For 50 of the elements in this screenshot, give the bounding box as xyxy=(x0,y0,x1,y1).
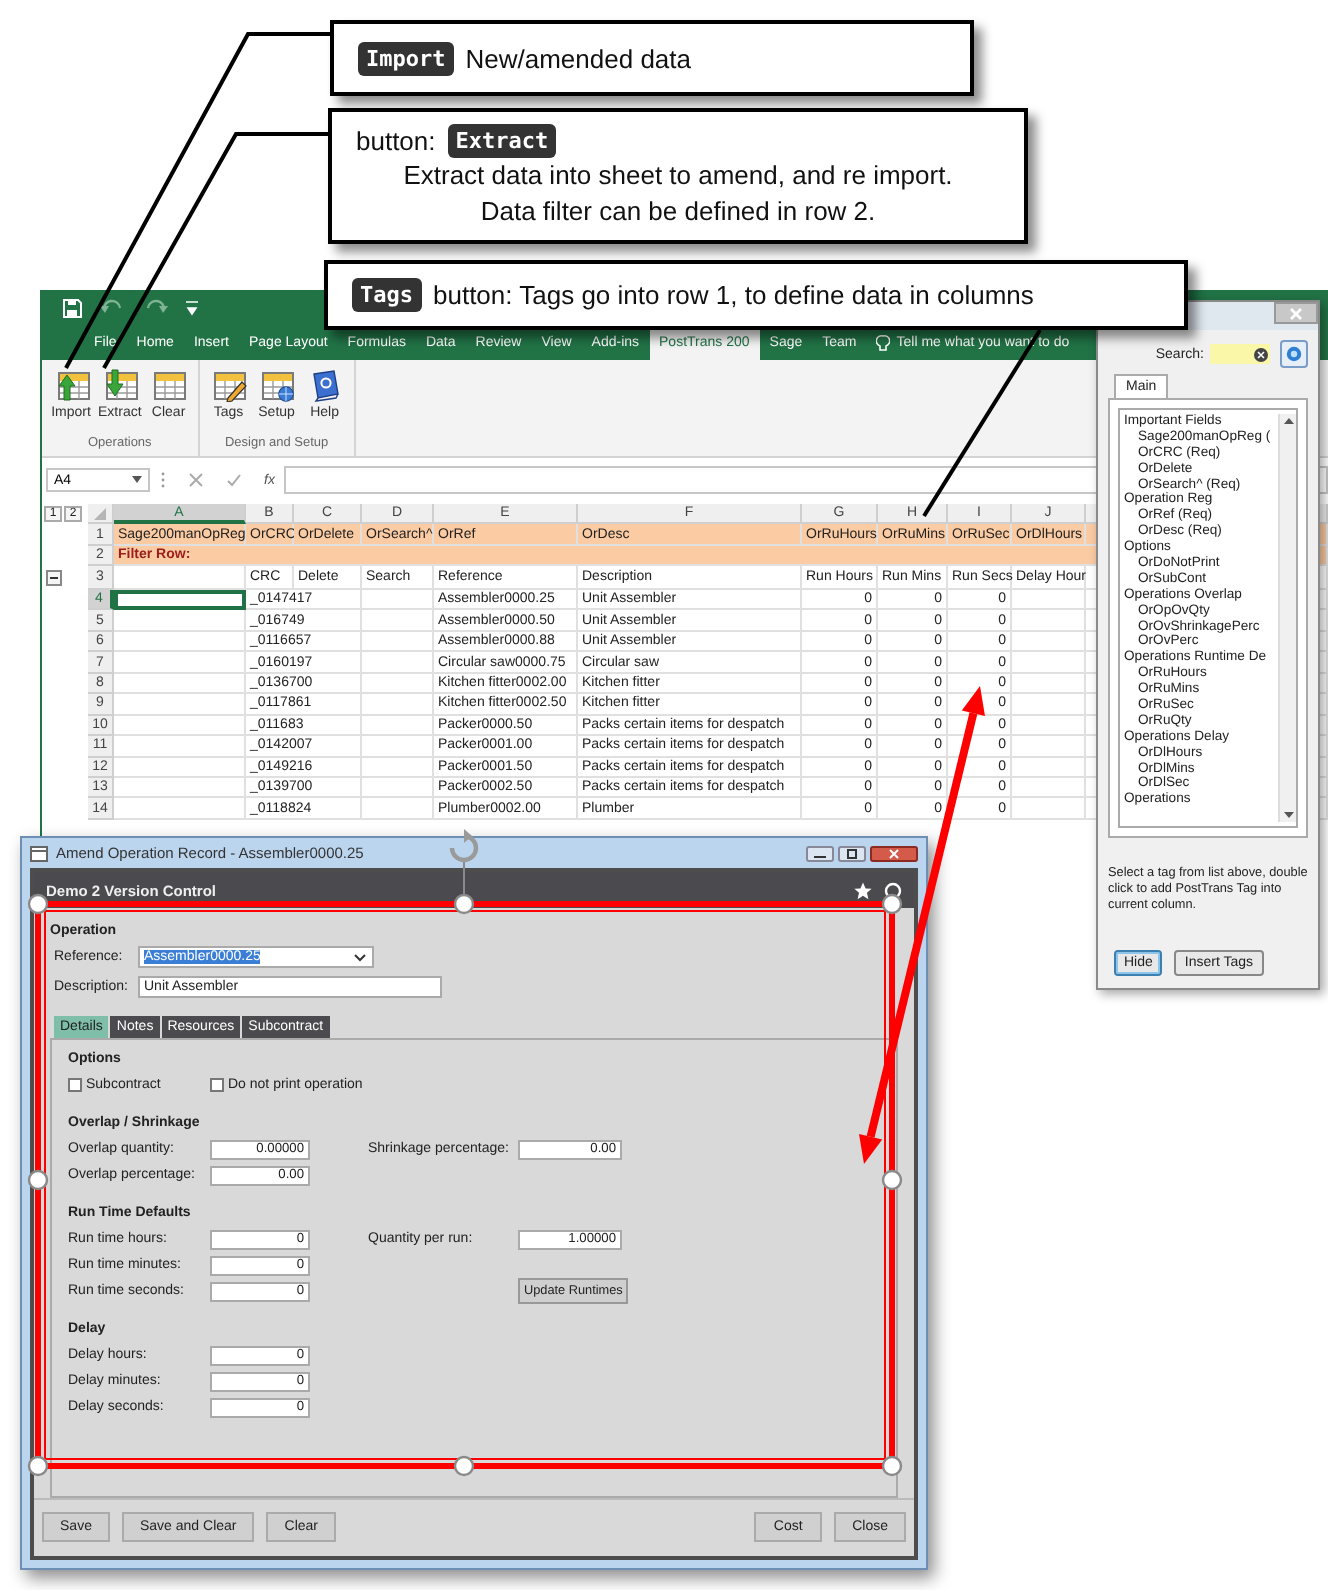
help-button[interactable] xyxy=(1280,340,1308,368)
empty-cell xyxy=(362,736,434,757)
undo-icon xyxy=(98,298,126,318)
check-icon[interactable] xyxy=(226,472,242,488)
lightbulb-icon xyxy=(876,333,891,353)
table-globe-icon xyxy=(256,368,297,402)
select-all-icon xyxy=(94,507,106,519)
callout-text: Extract data into sheet to amend, and re import. xyxy=(403,159,953,190)
scroll-up-icon[interactable] xyxy=(1283,418,1293,424)
empty-cell xyxy=(362,715,434,737)
empty-cell xyxy=(362,590,434,611)
caret-icon xyxy=(132,476,142,484)
empty-cell xyxy=(362,652,434,674)
empty-cell xyxy=(362,777,434,799)
empty-cell xyxy=(362,610,434,632)
customize-icon xyxy=(186,300,198,316)
empty-cell xyxy=(362,631,434,653)
empty-cell xyxy=(362,694,434,716)
callout-text: Data filter can be defined in row 2. xyxy=(480,195,876,225)
table-icon xyxy=(148,368,189,402)
selected-cell[interactable] xyxy=(114,590,246,611)
window-icon xyxy=(30,845,48,861)
close-button[interactable] xyxy=(870,845,918,861)
callout-text: button: xyxy=(356,125,436,156)
keyword-label: Tags xyxy=(352,278,421,312)
chevron-icon xyxy=(354,953,366,961)
minimize-button[interactable] xyxy=(806,845,834,861)
search-field[interactable] xyxy=(1210,344,1270,364)
keyword-label: Extract xyxy=(447,123,557,158)
scrollbar[interactable] xyxy=(1278,414,1296,822)
empty-cell xyxy=(362,673,434,695)
circle-icon[interactable] xyxy=(884,881,902,899)
maximize-button[interactable] xyxy=(838,845,866,861)
collapse-icon[interactable] xyxy=(46,570,62,586)
grip-icon xyxy=(160,470,166,490)
checkbox[interactable] xyxy=(68,1078,82,1092)
callout-text: New/amended data xyxy=(465,43,691,73)
help-icon xyxy=(1286,346,1302,362)
close-icon xyxy=(1290,307,1302,319)
redo-icon xyxy=(142,298,170,318)
scroll-down-icon[interactable] xyxy=(1283,812,1293,818)
keyword-label: Import xyxy=(358,41,454,75)
save-icon xyxy=(62,298,82,318)
checkbox[interactable] xyxy=(210,1078,224,1092)
callout-text: button: Tags go into row 1, to define data in columns xyxy=(433,280,1034,310)
clear-icon[interactable] xyxy=(1254,347,1268,361)
star-icon[interactable] xyxy=(854,881,872,899)
empty-cell xyxy=(362,798,434,820)
table-pencil-icon xyxy=(208,368,249,402)
empty-cell xyxy=(362,757,434,778)
